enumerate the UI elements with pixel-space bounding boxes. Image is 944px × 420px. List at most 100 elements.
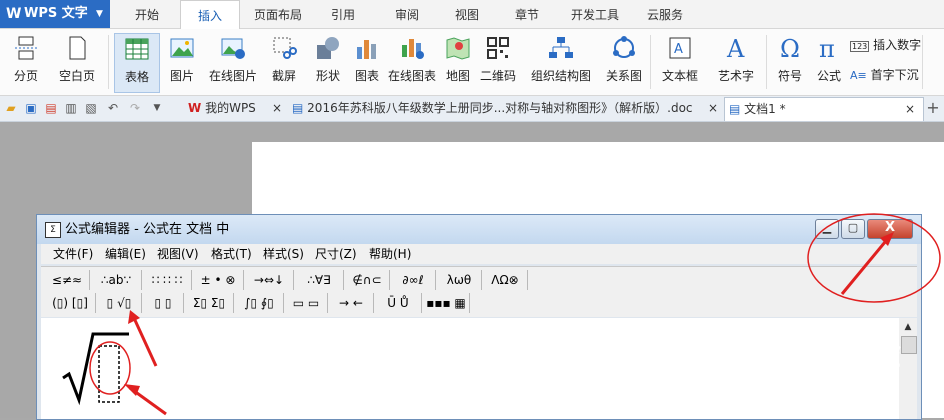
palette-greek-lower[interactable]: λωθ: [437, 270, 482, 290]
baidu-watermark: Baidu经验 jingyan.baidu.com: [712, 334, 932, 418]
page-break-button[interactable]: 分页: [4, 33, 48, 91]
drop-cap-button[interactable]: A≡ 首字下沉: [850, 66, 919, 83]
doc-tab-label: 2016年苏科版八年级数学上册同步...对称与轴对称图形》（解析版）.doc: [307, 101, 693, 115]
tab-cloud[interactable]: 云服务: [636, 0, 694, 28]
doc-tab-document1[interactable]: ▤ 文档1 * ×: [724, 97, 924, 121]
menu-size[interactable]: 尺寸(Z): [315, 247, 357, 261]
tab-insert[interactable]: 插入: [180, 0, 240, 30]
number-icon: 123: [850, 41, 870, 52]
add-tab-icon[interactable]: +: [926, 100, 940, 116]
org-chart-icon: [549, 37, 573, 58]
ribbon-separator: [922, 35, 923, 89]
tab-developer[interactable]: 开发工具: [562, 0, 628, 28]
palette-relations[interactable]: ≤≠≈: [45, 270, 90, 290]
qrcode-label: 二维码: [479, 69, 516, 83]
page-break-icon: [15, 36, 37, 60]
menu-help[interactable]: 帮助(H): [369, 247, 411, 261]
palette-subscript[interactable]: ▯ ▯: [143, 293, 184, 313]
table-button[interactable]: 表格: [114, 33, 160, 93]
palette-spaces[interactable]: ∴ab∵: [91, 270, 142, 290]
svg-text:π: π: [819, 35, 835, 61]
scroll-up-icon[interactable]: ▲: [901, 320, 915, 334]
menu-format[interactable]: 格式(T): [211, 247, 252, 261]
palette-logic[interactable]: ∴∀∃: [295, 270, 344, 290]
org-chart-label: 组织结构图: [530, 69, 591, 83]
relation-chart-button[interactable]: 关系图: [602, 33, 646, 91]
close-icon[interactable]: ×: [905, 98, 915, 121]
palette-products[interactable]: Ū Ů: [375, 293, 422, 313]
chart-button[interactable]: 图表: [350, 33, 384, 91]
shape-button[interactable]: 形状: [306, 33, 350, 91]
tab-page-layout[interactable]: 页面布局: [244, 0, 312, 28]
palette-misc[interactable]: ∂∞ℓ: [391, 270, 436, 290]
palette-fences[interactable]: (▯) [▯]: [45, 293, 96, 313]
tab-references[interactable]: 引用: [318, 0, 368, 28]
menu-style[interactable]: 样式(S): [263, 247, 304, 261]
open-folder-icon[interactable]: ▰: [4, 101, 18, 115]
org-chart-button[interactable]: 组织结构图: [522, 33, 600, 91]
palette-operators[interactable]: ± • ⊗: [193, 270, 244, 290]
formula-button[interactable]: π 公式: [812, 33, 846, 91]
textbox-button[interactable]: A 文本框: [654, 33, 706, 91]
symbol-button[interactable]: Ω 符号: [770, 33, 810, 91]
doc-tab-my-wps[interactable]: W 我的WPS ×: [184, 97, 288, 120]
maximize-button[interactable]: ▢: [841, 219, 865, 239]
palette-labeled-arrows[interactable]: → ←: [329, 293, 374, 313]
ribbon-insert: 分页 空白页 表格 图片 在线图片 截屏 形状 图表 在线图表 地图 二维码 组…: [0, 29, 944, 96]
palette-sets[interactable]: ∉∩⊂: [345, 270, 390, 290]
blank-page-label: 空白页: [58, 69, 95, 83]
redo-icon[interactable]: ↷: [128, 101, 142, 115]
palette-summation[interactable]: Σ▯ Σ▯: [185, 293, 234, 313]
print-preview-icon[interactable]: ▧: [84, 101, 98, 115]
equation-editor-titlebar[interactable]: Σ 公式编辑器 - 公式在 文档 中 ▁ ▢ X: [37, 215, 921, 244]
ribbon-separator: [650, 35, 651, 89]
export-pdf-icon[interactable]: ▤: [44, 101, 58, 115]
qrcode-icon: [487, 37, 509, 59]
insert-number-button[interactable]: 123 插入数字: [850, 36, 921, 53]
minimize-button[interactable]: ▁: [815, 219, 839, 239]
tab-review[interactable]: 审阅: [382, 0, 432, 28]
picture-button[interactable]: 图片: [160, 33, 204, 91]
palette-underbar[interactable]: ▭ ▭: [285, 293, 328, 313]
save-icon[interactable]: ▣: [24, 101, 38, 115]
chevron-down-icon[interactable]: ▼: [150, 101, 164, 115]
blank-page-button[interactable]: 空白页: [52, 33, 102, 91]
square-root-template: [62, 332, 129, 406]
map-icon: [446, 37, 470, 60]
tab-view[interactable]: 视图: [442, 0, 492, 28]
menu-edit[interactable]: 编辑(E): [105, 247, 146, 261]
close-icon[interactable]: ×: [708, 97, 718, 120]
online-chart-button[interactable]: 在线图表: [386, 33, 438, 91]
close-button[interactable]: X: [867, 219, 913, 239]
menu-view[interactable]: 视图(V): [157, 247, 199, 261]
undo-icon[interactable]: ↶: [106, 101, 120, 115]
online-chart-label: 在线图表: [387, 69, 436, 83]
menu-file[interactable]: 文件(F): [53, 247, 93, 261]
online-picture-button[interactable]: 在线图片: [206, 33, 260, 91]
print-icon[interactable]: ▥: [64, 101, 78, 115]
palette-greek-upper[interactable]: ΛΩ⊗: [483, 270, 528, 290]
tab-home[interactable]: 开始: [120, 0, 174, 28]
document-icon: ▤: [292, 101, 304, 115]
symbol-label: 符号: [777, 69, 802, 83]
tab-section[interactable]: 章节: [502, 0, 552, 28]
chart-label: 图表: [354, 69, 379, 83]
screenshot-button[interactable]: 截屏: [264, 33, 304, 91]
palette-fraction-radical[interactable]: ▯ √▯: [97, 293, 142, 313]
qrcode-button[interactable]: 二维码: [478, 33, 518, 91]
map-button[interactable]: 地图: [440, 33, 476, 91]
textbox-label: 文本框: [661, 69, 698, 83]
palette-arrows[interactable]: →⇔↓: [245, 270, 294, 290]
palette-matrix[interactable]: ▪▪▪ ▦: [423, 293, 470, 313]
palette-embellishments[interactable]: ∷ ∷ ∷: [143, 270, 192, 290]
page-break-label: 分页: [13, 69, 38, 83]
chevron-down-icon: ▼: [96, 9, 103, 19]
doc-tab-math-doc[interactable]: ▤ 2016年苏科版八年级数学上册同步...对称与轴对称图形》（解析版）.doc…: [290, 97, 722, 120]
close-icon[interactable]: ×: [272, 97, 282, 120]
online-chart-icon: [402, 39, 424, 59]
radicand-slot: [98, 345, 120, 403]
wps-logo-menu[interactable]: W WPS 文字 ▼: [0, 0, 110, 28]
drop-cap-icon: A≡: [850, 69, 867, 82]
wordart-button[interactable]: A 艺术字: [710, 33, 762, 91]
palette-integral[interactable]: ∫▯ ∮▯: [235, 293, 284, 313]
